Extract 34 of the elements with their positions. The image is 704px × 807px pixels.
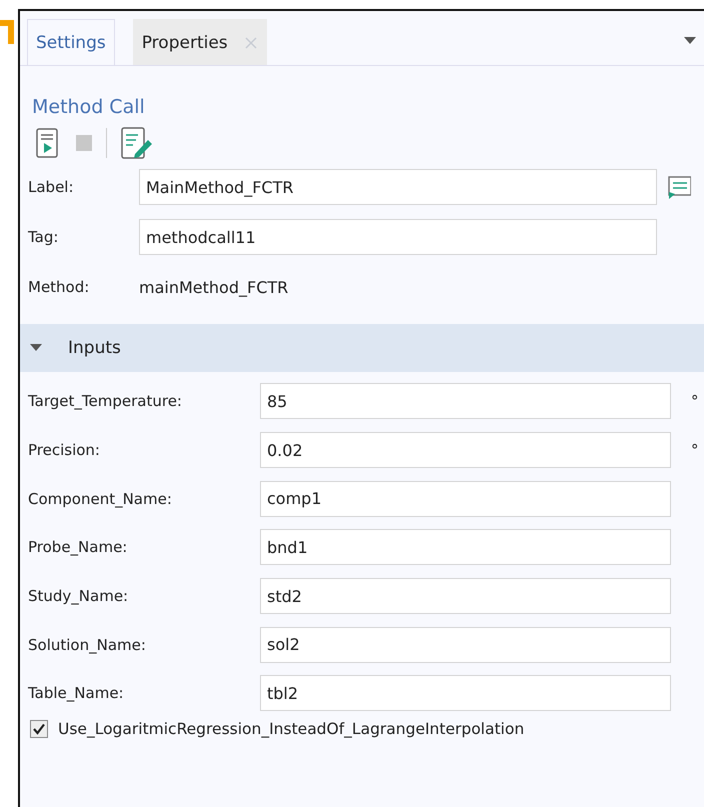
input-field[interactable]: bnd1 (260, 529, 671, 566)
input-field[interactable]: 85 (260, 383, 671, 420)
field-label: Label: (28, 178, 75, 196)
edit-document-icon[interactable] (121, 126, 153, 160)
field-value: mainMethod_FCTR (139, 278, 288, 296)
input-label: Table_Name: (28, 684, 125, 702)
text-field[interactable]: methodcall11 (139, 219, 657, 255)
input-label: Component_Name: (28, 490, 173, 508)
input-label: Target_Temperature: (28, 392, 183, 410)
section-title: Inputs (68, 338, 121, 358)
input-field[interactable]: 0.02 (260, 432, 671, 468)
unit-label: ° (691, 392, 698, 410)
input-field[interactable]: std2 (260, 578, 671, 614)
unit-label: ° (691, 441, 698, 460)
input-field[interactable]: comp1 (260, 480, 671, 517)
input-label: Probe_Name: (28, 538, 128, 556)
section-header[interactable]: Inputs (20, 324, 704, 372)
checkbox-label: Use_LogaritmicRegression_InsteadOf_LagrangeInterpolation (58, 720, 524, 738)
tab[interactable]: Properties (132, 19, 267, 65)
input-field[interactable]: tbl2 (260, 675, 671, 712)
run-document-icon[interactable] (36, 127, 58, 159)
field-label: Tag: (28, 228, 60, 246)
text-field[interactable]: MainMethod_FCTR (139, 169, 657, 205)
panel-title: Method Call (32, 96, 146, 118)
checkbox[interactable] (30, 720, 48, 738)
input-label: Solution_Name: (28, 636, 147, 654)
tab[interactable]: Settings (27, 19, 115, 65)
input-label: Study_Name: (28, 587, 130, 606)
input-field[interactable]: sol2 (260, 626, 671, 663)
comment-icon[interactable] (667, 174, 691, 200)
collapse-caret-icon (30, 344, 42, 352)
field-label: Method: (28, 278, 90, 296)
dropdown-caret-icon[interactable] (684, 37, 696, 45)
input-label: Precision: (28, 441, 101, 460)
